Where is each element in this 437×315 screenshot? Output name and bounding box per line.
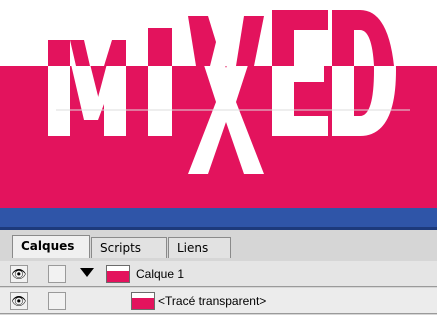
- layer-thumbnail: [106, 265, 130, 283]
- layer-row[interactable]: 👁 <Tracé transparent>: [0, 288, 437, 314]
- object-name: <Tracé transparent>: [158, 294, 267, 308]
- object-thumbnail: [131, 292, 155, 310]
- layers-panel: Calques Scripts Liens 👁 Calque 1 👁 <Trac…: [0, 230, 437, 315]
- layer-name: Calque 1: [136, 267, 185, 281]
- artwork-canvas: [0, 10, 437, 208]
- disclosure-triangle-icon[interactable]: [80, 268, 94, 277]
- eye-icon[interactable]: 👁: [10, 292, 28, 310]
- illustrator-window: Calques Scripts Liens 👁 Calque 1 👁 <Trac…: [0, 0, 437, 315]
- panel-tabs: Calques Scripts Liens: [0, 234, 437, 262]
- lock-toggle[interactable]: [48, 265, 66, 283]
- layer-row[interactable]: 👁 Calque 1: [0, 261, 437, 287]
- tab-calques[interactable]: Calques: [12, 235, 90, 258]
- document-divider-band: [0, 208, 437, 230]
- tab-scripts[interactable]: Scripts: [91, 237, 167, 258]
- lock-toggle[interactable]: [48, 292, 66, 310]
- eye-icon[interactable]: 👁: [10, 265, 28, 283]
- tab-liens[interactable]: Liens: [168, 237, 231, 258]
